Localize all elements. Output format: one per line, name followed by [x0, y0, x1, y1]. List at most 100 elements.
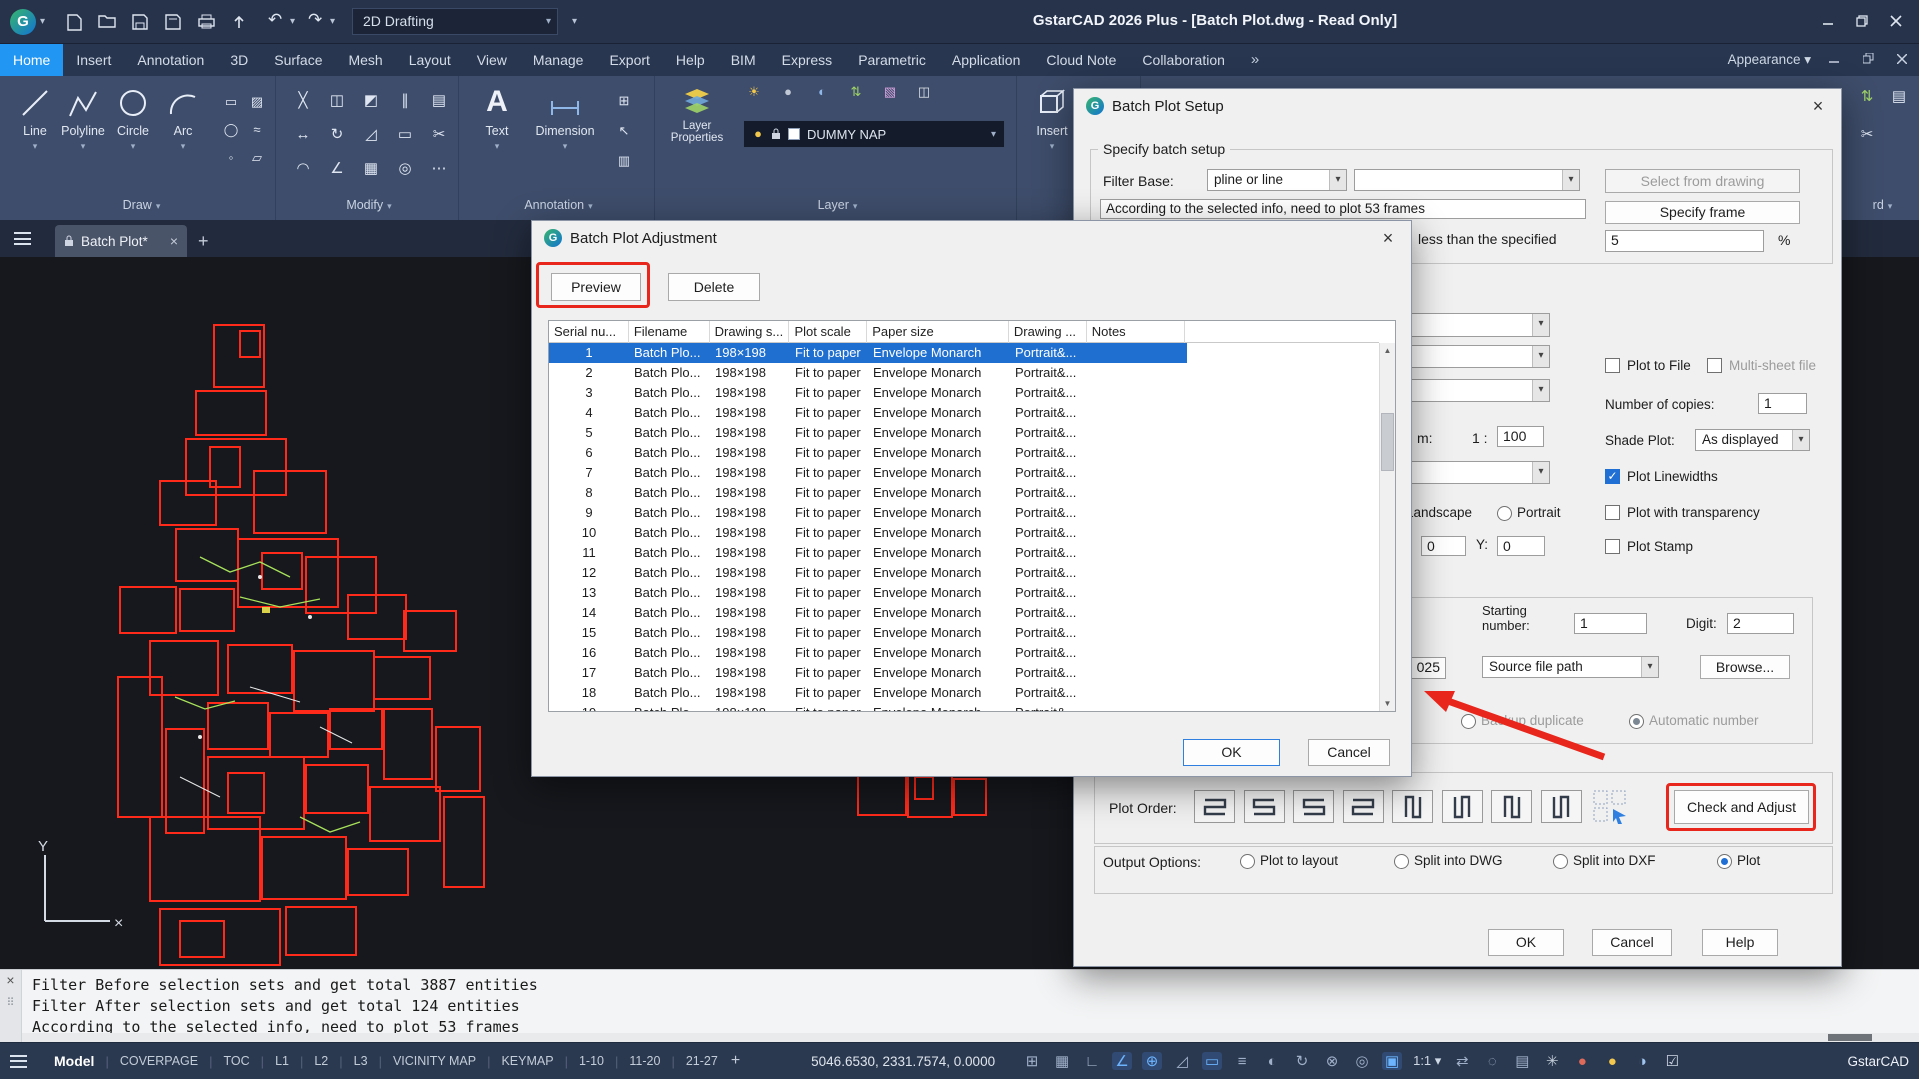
- column-header[interactable]: Paper size: [867, 321, 1009, 343]
- tool-text[interactable]: A Text ▾: [471, 84, 523, 188]
- command-panel-handle[interactable]: × ⠿: [0, 970, 22, 1043]
- filter-layer-select[interactable]: ▾: [1354, 169, 1580, 191]
- modify-tool-icon[interactable]: ⋯: [424, 154, 454, 184]
- ok-button[interactable]: OK: [1183, 739, 1280, 766]
- status-menu-icon[interactable]: [10, 1055, 27, 1068]
- plot-order-option-8[interactable]: [1541, 790, 1582, 823]
- tool-insert-block[interactable]: Insert ▾: [1027, 84, 1077, 188]
- source-path-select[interactable]: Source file path ▾: [1482, 656, 1659, 678]
- plot-linewidths-checkbox[interactable]: ✓: [1605, 469, 1620, 484]
- table-row[interactable]: 10Batch Plo...198×198Fit to paperEnvelop…: [549, 523, 1379, 543]
- modify-tool-icon[interactable]: ↻: [322, 120, 352, 150]
- table-row[interactable]: 17Batch Plo...198×198Fit to paperEnvelop…: [549, 663, 1379, 683]
- cut-icon[interactable]: ✂: [1852, 120, 1882, 150]
- modify-tool-icon[interactable]: ▤: [424, 86, 454, 116]
- open-file-icon[interactable]: [95, 12, 119, 34]
- save-icon[interactable]: [128, 12, 152, 34]
- modify-tool-icon[interactable]: ✂: [424, 120, 454, 150]
- modify-tool-icon[interactable]: ◿: [356, 120, 386, 150]
- tab-annotation[interactable]: Annotation: [124, 44, 217, 76]
- table-row[interactable]: 1Batch Plo...198×198Fit to paperEnvelope…: [549, 343, 1379, 363]
- 3d-osnap-icon[interactable]: ⊗: [1322, 1052, 1342, 1070]
- close-tab-icon[interactable]: ×: [170, 233, 178, 249]
- shade-plot-select[interactable]: As displayed ▾: [1695, 429, 1810, 451]
- table-row[interactable]: 6Batch Plo...198×198Fit to paperEnvelope…: [549, 443, 1379, 463]
- tab-mesh[interactable]: Mesh: [335, 44, 395, 76]
- ribbon-minimize-icon[interactable]: [1823, 51, 1845, 69]
- column-header[interactable]: Drawing s...: [710, 321, 790, 343]
- table-scrollbar[interactable]: ▲ ▼: [1379, 343, 1395, 711]
- ortho-icon[interactable]: ∟: [1082, 1053, 1102, 1070]
- plot-to-layout-radio[interactable]: [1240, 854, 1255, 869]
- annotation-extra-icon[interactable]: ⊞: [613, 91, 635, 111]
- tab-bim[interactable]: BIM: [718, 44, 769, 76]
- column-header[interactable]: Plot scale: [789, 321, 867, 343]
- panel-label-draw[interactable]: Draw▾: [8, 194, 275, 218]
- transparency-checkbox[interactable]: [1605, 505, 1620, 520]
- tab-help[interactable]: Help: [663, 44, 718, 76]
- modify-tool-icon[interactable]: ◩: [356, 86, 386, 116]
- layout-tab-keymap[interactable]: KEYMAP: [501, 1054, 553, 1068]
- tab-parametric[interactable]: Parametric: [845, 44, 939, 76]
- plot-order-option-4[interactable]: [1343, 790, 1384, 823]
- close-icon[interactable]: ×: [1803, 95, 1833, 119]
- specify-frame-button[interactable]: Specify frame: [1605, 201, 1800, 224]
- table-row[interactable]: 12Batch Plo...198×198Fit to paperEnvelop…: [549, 563, 1379, 583]
- browse-button[interactable]: Browse...: [1700, 655, 1790, 679]
- layout-tab-vicinity-map[interactable]: VICINITY MAP: [393, 1054, 476, 1068]
- table-row[interactable]: 19Batch Plo...198×198Fit to paperEnvelop…: [549, 703, 1379, 711]
- tab-express[interactable]: Express: [769, 44, 846, 76]
- command-scrollbar[interactable]: [22, 1033, 1919, 1042]
- panel-label-modify[interactable]: Modify▾: [280, 194, 458, 218]
- minimize-button[interactable]: [1811, 10, 1845, 34]
- add-layout-icon[interactable]: +: [731, 1052, 740, 1070]
- tool-dimension[interactable]: Dimension ▾: [527, 84, 603, 188]
- portrait-radio[interactable]: [1497, 506, 1512, 521]
- grip-icon[interactable]: ⠿: [0, 996, 21, 1009]
- plot-order-option-2[interactable]: [1244, 790, 1285, 823]
- lineweight-icon[interactable]: ≡: [1232, 1053, 1252, 1070]
- selection-cycling-icon[interactable]: ↻: [1292, 1052, 1312, 1070]
- scrollbar-thumb[interactable]: [1828, 1034, 1872, 1041]
- tab-3d[interactable]: 3D: [217, 44, 261, 76]
- dynamic-input-icon[interactable]: ▭: [1202, 1052, 1222, 1070]
- close-button[interactable]: [1879, 10, 1913, 34]
- split-into-dxf-radio[interactable]: [1553, 854, 1568, 869]
- draw-extra-icon[interactable]: ▨: [246, 92, 268, 112]
- plot-order-option-7[interactable]: [1491, 790, 1532, 823]
- document-tab[interactable]: Batch Plot* ×: [55, 225, 187, 257]
- otrack-icon[interactable]: ◿: [1172, 1052, 1192, 1070]
- close-icon[interactable]: ×: [1373, 227, 1403, 251]
- modify-tool-icon[interactable]: ◫: [322, 86, 352, 116]
- offset-x-field[interactable]: 0: [1421, 536, 1466, 556]
- ribbon-close-icon[interactable]: [1891, 51, 1913, 69]
- offset-y-field[interactable]: 0: [1497, 536, 1545, 556]
- chevron-down-icon[interactable]: ▾: [40, 16, 45, 27]
- annotation-monitor-icon[interactable]: ◎: [1352, 1052, 1372, 1070]
- table-row[interactable]: 9Batch Plo...198×198Fit to paperEnvelope…: [549, 503, 1379, 523]
- publish-icon[interactable]: [227, 12, 251, 34]
- maximize-button[interactable]: [1845, 10, 1879, 34]
- preview-button[interactable]: Preview: [551, 273, 641, 301]
- tool-layer-properties[interactable]: Layer Properties: [663, 84, 731, 188]
- layout-tab-l3[interactable]: L3: [354, 1054, 368, 1068]
- snap-icon[interactable]: ▦: [1052, 1052, 1072, 1070]
- draw-extra-icon[interactable]: ▱: [246, 148, 268, 168]
- cancel-button[interactable]: Cancel: [1308, 739, 1390, 766]
- modify-tool-icon[interactable]: ◎: [390, 154, 420, 184]
- close-icon[interactable]: ×: [0, 972, 21, 988]
- save-as-icon[interactable]: [161, 12, 185, 34]
- scroll-down-icon[interactable]: ▼: [1380, 696, 1395, 711]
- help-button[interactable]: Help: [1702, 929, 1778, 956]
- model-tab[interactable]: Model: [54, 1053, 94, 1069]
- layer-state-icon[interactable]: ☀: [743, 82, 765, 102]
- table-row[interactable]: 14Batch Plo...198×198Fit to paperEnvelop…: [549, 603, 1379, 623]
- delete-button[interactable]: Delete: [668, 273, 760, 301]
- copies-field[interactable]: 1: [1758, 393, 1807, 414]
- column-header[interactable]: Serial nu...: [549, 321, 629, 343]
- modify-tool-icon[interactable]: ↔: [288, 120, 318, 150]
- annotation-scale[interactable]: 1:1 ▾: [1413, 1053, 1441, 1069]
- plot-to-file-checkbox[interactable]: [1605, 358, 1620, 373]
- checkbox-icon[interactable]: ☑: [1662, 1052, 1682, 1070]
- modify-tool-icon[interactable]: ∠: [322, 154, 352, 184]
